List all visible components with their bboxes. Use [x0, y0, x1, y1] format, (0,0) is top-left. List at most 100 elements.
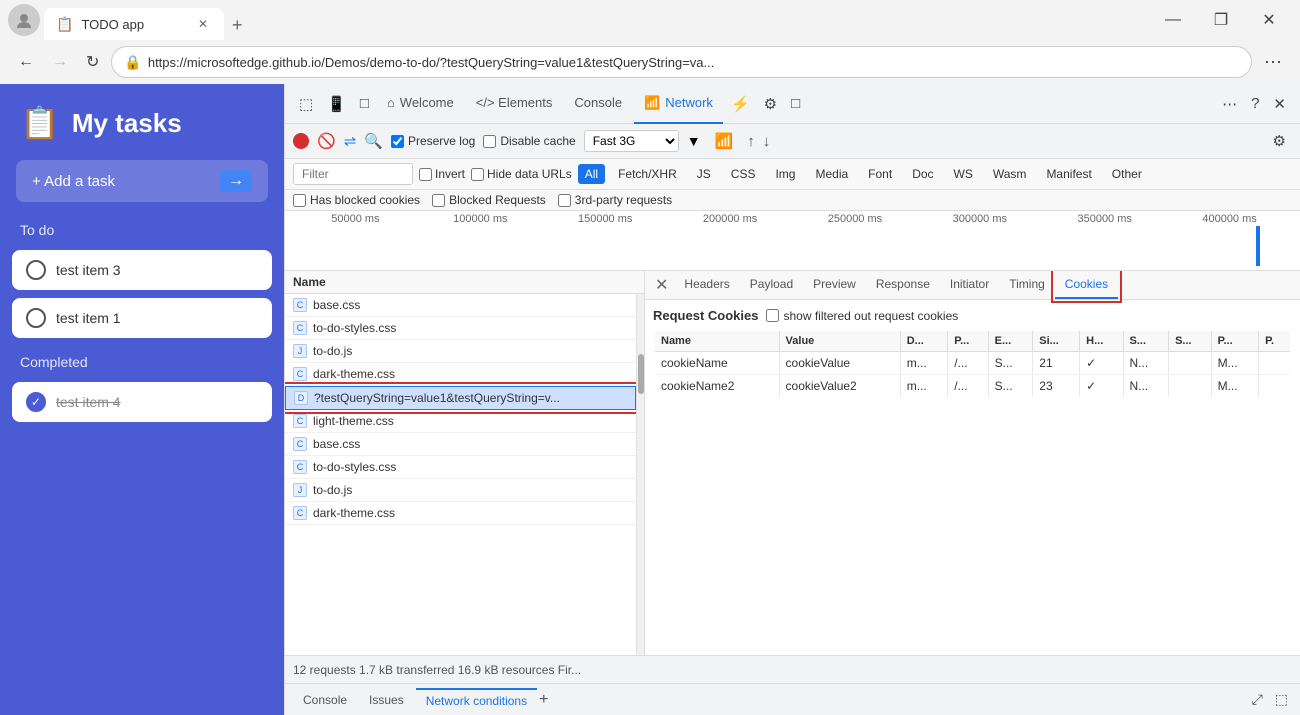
request-item[interactable]: C light-theme.css [285, 410, 636, 433]
tab-console[interactable]: Console [564, 84, 632, 124]
detail-tab-payload[interactable]: Payload [740, 271, 803, 299]
selected-request-item[interactable]: D ?testQueryString=value1&testQueryStrin… [285, 386, 636, 410]
invert-checkbox[interactable]: Invert [419, 167, 465, 181]
add-tab-button[interactable]: + [539, 691, 548, 709]
tab-network[interactable]: 📶 Network [634, 84, 723, 124]
disable-cache-checkbox[interactable]: Disable cache [483, 134, 575, 148]
detail-tab-timing[interactable]: Timing [999, 271, 1055, 299]
close-button[interactable]: ✕ [1246, 4, 1292, 36]
cookie-row-2[interactable]: cookieName2 cookieValue2 m... /... S... … [654, 375, 1291, 399]
detail-tab-initiator[interactable]: Initiator [940, 271, 999, 299]
window-controls: — ❐ ✕ [1150, 4, 1292, 36]
request-item[interactable]: C to-do-styles.css [285, 317, 636, 340]
type-btn-img[interactable]: Img [768, 164, 802, 184]
bottom-tab-console[interactable]: Console [293, 689, 357, 711]
close-detail-button[interactable]: ✕ [649, 271, 674, 299]
throttle-dropdown-arrow[interactable]: ▼ [687, 133, 701, 149]
task-item[interactable]: test item 1 [12, 298, 272, 338]
request-item[interactable]: C base.css [285, 294, 636, 317]
record-button[interactable] [293, 133, 309, 149]
cookie-p2-1: M... [1211, 352, 1259, 375]
type-btn-other[interactable]: Other [1105, 164, 1149, 184]
cookie-row-1[interactable]: cookieName cookieValue m... /... S... 21… [654, 352, 1291, 375]
settings-icon-button[interactable]: ⚙ [758, 91, 783, 117]
scroll-thumb[interactable] [638, 354, 644, 394]
type-btn-doc[interactable]: Doc [905, 164, 940, 184]
network-settings-button[interactable]: ⚙ [1267, 128, 1292, 154]
task-item[interactable]: test item 3 [12, 250, 272, 290]
reload-button[interactable]: ↻ [80, 48, 105, 76]
new-tab-button[interactable]: + [224, 11, 251, 40]
help-button[interactable]: ? [1245, 91, 1265, 116]
filter-input[interactable] [293, 163, 413, 185]
request-item[interactable]: C base.css [285, 433, 636, 456]
type-btn-ws[interactable]: WS [947, 164, 980, 184]
minimize-button[interactable]: — [1150, 4, 1196, 36]
type-btn-font[interactable]: Font [861, 164, 899, 184]
clear-button[interactable]: 🚫 [317, 132, 336, 150]
cookie-value-2: cookieValue2 [779, 375, 900, 399]
third-party-checkbox[interactable]: 3rd-party requests [558, 193, 672, 207]
task-item-completed[interactable]: ✓ test item 4 [12, 382, 272, 422]
request-item[interactable]: C dark-theme.css [285, 363, 636, 386]
detail-tab-headers[interactable]: Headers [674, 271, 739, 299]
add-task-button[interactable]: + Add a task → [16, 160, 268, 202]
type-btn-css[interactable]: CSS [724, 164, 763, 184]
preserve-log-checkbox[interactable]: Preserve log [391, 134, 475, 148]
type-btn-media[interactable]: Media [808, 164, 855, 184]
detail-tab-response[interactable]: Response [866, 271, 940, 299]
inspect-icon-button[interactable]: ⬚ [293, 91, 319, 117]
search-button[interactable]: 🔍 [364, 132, 383, 150]
request-item[interactable]: C to-do-styles.css [285, 456, 636, 479]
profile-icon[interactable] [8, 4, 40, 36]
device-icon-button[interactable]: 📱 [321, 91, 352, 117]
offline-button[interactable]: 📶 [709, 128, 740, 154]
active-tab[interactable]: 📋 TODO app ✕ [44, 8, 224, 40]
hide-data-urls-checkbox[interactable]: Hide data URLs [471, 167, 572, 181]
close-devtools-button[interactable]: ✕ [1267, 91, 1292, 117]
more-tools-button[interactable]: □ [785, 91, 806, 116]
tab-welcome[interactable]: ⌂ Welcome [377, 84, 464, 124]
request-item[interactable]: J to-do.js [285, 479, 636, 502]
filter-icon-button[interactable]: ⇌ [344, 132, 357, 150]
tab-close-button[interactable]: ✕ [194, 15, 212, 33]
wifi-icon: 📶 [644, 95, 660, 111]
screensaver-button[interactable]: ⬚ [1271, 689, 1292, 710]
type-btn-js[interactable]: JS [690, 164, 718, 184]
upload-button[interactable]: ↑ [747, 133, 755, 150]
type-btn-wasm[interactable]: Wasm [986, 164, 1034, 184]
blocked-requests-checkbox[interactable]: Blocked Requests [432, 193, 546, 207]
bottom-tab-network-conditions[interactable]: Network conditions [416, 688, 537, 712]
throttle-dropdown[interactable]: Fast 3G Slow 3G No throttling [584, 130, 679, 152]
type-btn-fetch-xhr[interactable]: Fetch/XHR [611, 164, 684, 184]
tab-elements[interactable]: </> Elements [466, 84, 563, 124]
todo-header: 📋 My tasks [0, 84, 284, 152]
download-button[interactable]: ↓ [763, 133, 771, 150]
forward-button[interactable]: → [46, 49, 74, 75]
detail-tab-cookies[interactable]: Cookies [1055, 271, 1118, 299]
request-item[interactable]: J to-do.js [285, 340, 636, 363]
request-item[interactable]: C dark-theme.css [285, 502, 636, 525]
type-btn-manifest[interactable]: Manifest [1039, 164, 1098, 184]
type-btn-all[interactable]: All [578, 164, 605, 184]
maximize-button[interactable]: ❐ [1198, 4, 1244, 36]
cookie-s2-1 [1169, 352, 1211, 375]
back-button[interactable]: ← [12, 49, 40, 75]
task-checkbox[interactable] [26, 308, 46, 328]
sources-icon-button[interactable]: ⚡ [725, 91, 756, 117]
url-box[interactable]: 🔒 https://microsoftedge.github.io/Demos/… [111, 46, 1252, 78]
blocked-cookies-checkbox[interactable]: Has blocked cookies [293, 193, 420, 207]
elements-label: </> Elements [476, 95, 553, 110]
detail-tab-preview[interactable]: Preview [803, 271, 866, 299]
scroll-track [636, 294, 644, 655]
network-body: Name C base.css C to-do-styles.css [285, 271, 1300, 655]
task-checkbox-checked[interactable]: ✓ [26, 392, 46, 412]
detach-icon-button[interactable]: □ [354, 91, 375, 116]
task-checkbox[interactable] [26, 260, 46, 280]
bottom-tab-issues[interactable]: Issues [359, 689, 414, 711]
blocked-cookies-label: Has blocked cookies [310, 193, 420, 207]
more-devtools-button[interactable]: ⋯ [1216, 91, 1243, 117]
browser-more-button[interactable]: ⋯ [1258, 48, 1288, 77]
show-filtered-checkbox[interactable]: show filtered out request cookies [766, 309, 958, 323]
undock-button[interactable]: ⤢ [1248, 689, 1267, 710]
